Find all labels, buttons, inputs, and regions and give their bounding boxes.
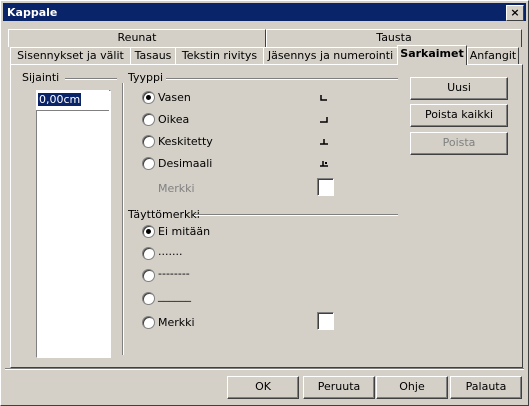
fill-none-radio[interactable] <box>142 225 155 238</box>
tab-reunat[interactable]: Reunat <box>8 29 266 47</box>
fill-underline-radio[interactable] <box>142 292 155 305</box>
type-center-radio[interactable] <box>142 135 155 148</box>
tab-sarkaimet[interactable]: Sarkaimet <box>397 45 467 65</box>
position-label: Sijainti <box>22 71 60 84</box>
tab-sisennykset[interactable]: Sisennykset ja välit <box>10 47 131 65</box>
paragraph-dialog: Kappale × Reunat Tausta Sisennykset ja v… <box>0 0 529 406</box>
tab-position-value: 0,00cm <box>38 93 82 106</box>
ok-button[interactable]: OK <box>227 376 299 399</box>
type-char-label: Merkki <box>158 182 195 195</box>
new-button[interactable]: Uusi <box>410 77 508 100</box>
tab-jasennys[interactable]: Jäsennys ja numerointi <box>263 47 398 65</box>
tab-tekstin-rivitys[interactable]: Tekstin rivitys <box>175 47 264 65</box>
fill-underline-label[interactable]: ______ <box>158 289 191 302</box>
position-group-line <box>65 78 117 80</box>
title-bar: Kappale × <box>3 3 526 21</box>
tab-decimal-icon <box>320 161 328 167</box>
type-left-radio[interactable] <box>142 91 155 104</box>
type-decimal-radio[interactable] <box>142 157 155 170</box>
type-label: Tyyppi <box>128 71 164 84</box>
tab-left-icon <box>320 95 327 101</box>
type-char-field[interactable] <box>317 178 334 196</box>
fill-label: Täyttömerkki <box>128 208 200 221</box>
fill-group-line <box>194 214 398 216</box>
tab-center-icon <box>320 139 328 145</box>
tab-anfangit[interactable]: Anfangit <box>467 47 519 65</box>
tab-position-input[interactable]: 0,00cm <box>36 90 109 111</box>
fill-dashes-label[interactable]: -------- <box>158 267 190 280</box>
group-divider <box>122 83 124 355</box>
fill-dots-label[interactable]: ....... <box>158 245 182 258</box>
tab-position-list[interactable] <box>36 90 111 358</box>
type-center-label[interactable]: Keskitetty <box>158 135 213 148</box>
footer-separator <box>5 368 524 370</box>
reset-button[interactable]: Palauta <box>450 376 522 399</box>
help-button[interactable]: Ohje <box>376 376 448 399</box>
fill-dots-radio[interactable] <box>142 247 155 260</box>
type-left-label[interactable]: Vasen <box>158 91 191 104</box>
type-right-label[interactable]: Oikea <box>158 113 189 126</box>
fill-dashes-radio[interactable] <box>142 269 155 282</box>
type-group-line <box>166 78 398 80</box>
fill-none-label[interactable]: Ei mitään <box>158 225 210 238</box>
tab-right-icon <box>320 117 328 123</box>
type-decimal-label[interactable]: Desimaali <box>158 157 212 170</box>
tab-tausta[interactable]: Tausta <box>266 29 522 47</box>
fill-char-radio[interactable] <box>142 316 155 329</box>
close-button[interactable]: × <box>506 5 524 21</box>
cancel-button[interactable]: Peruuta <box>303 376 375 399</box>
window-title: Kappale <box>7 6 58 19</box>
tab-tasaus[interactable]: Tasaus <box>130 47 176 65</box>
fill-char-field[interactable] <box>317 312 334 330</box>
delete-button[interactable]: Poista <box>410 132 508 155</box>
type-right-radio[interactable] <box>142 113 155 126</box>
delete-all-button[interactable]: Poista kaikki <box>410 104 508 127</box>
fill-char-label[interactable]: Merkki <box>158 316 195 329</box>
